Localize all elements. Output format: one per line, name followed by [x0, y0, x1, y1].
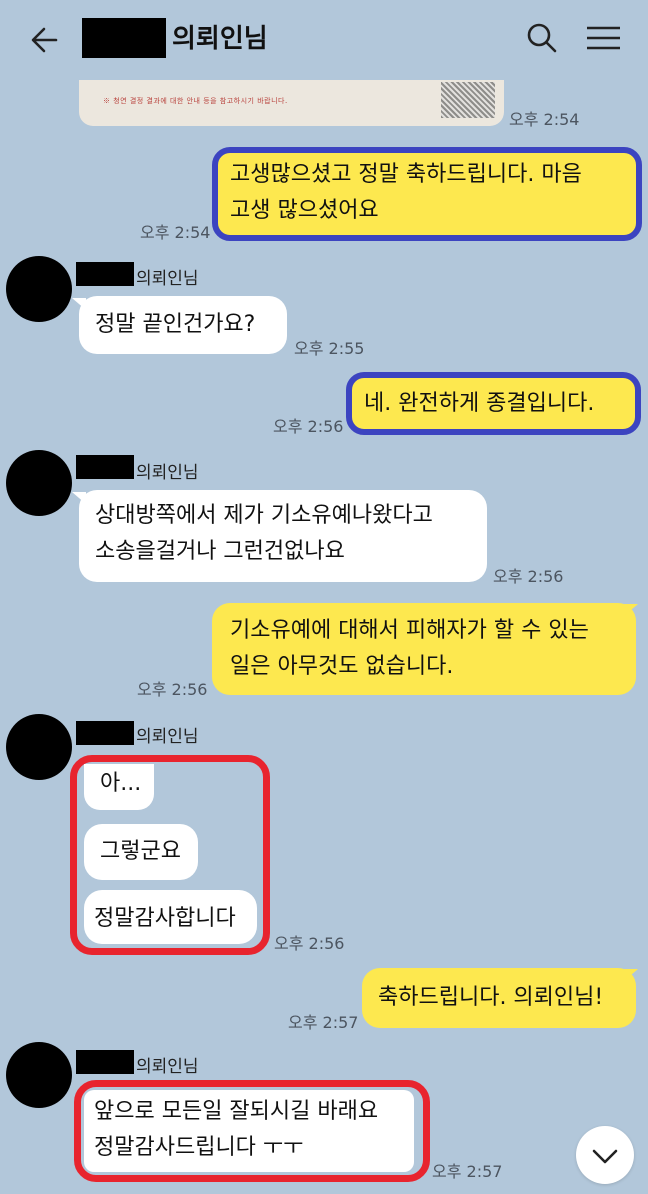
their-message-bubble[interactable]: 정말 끝인건가요? — [79, 296, 287, 354]
qr-code-image — [441, 82, 495, 118]
message-line: 아... — [100, 771, 142, 796]
message-time: 오후 2:55 — [294, 339, 365, 358]
message-line: 정말 끝인건가요? — [95, 312, 256, 337]
sender-name: 의뢰인님 — [136, 269, 199, 289]
scroll-to-bottom-button[interactable] — [576, 1126, 634, 1184]
their-message-bubble[interactable]: 아... — [84, 764, 154, 810]
message-time: 오후 2:54 — [509, 110, 580, 129]
avatar[interactable] — [6, 714, 72, 780]
message-line: 기소유예에 대해서 피해자가 할 수 있는 — [230, 618, 589, 643]
image-caption: ※ 청연 결정 결과에 대한 안내 등을 참고하시기 바랍니다. — [103, 97, 288, 105]
sender-name: 의뢰인님 — [136, 727, 199, 747]
bubble-tail — [624, 604, 638, 616]
message-line: 네. 완전하게 종결입니다. — [364, 391, 595, 416]
message-line: 축하드립니다. 의뢰인님! — [378, 985, 604, 1010]
message-line: 일은 아무것도 없습니다. — [230, 654, 454, 679]
chat-header: 의뢰인님 — [0, 0, 648, 78]
redacted-name — [76, 455, 134, 479]
avatar[interactable] — [6, 450, 72, 516]
message-line: 앞으로 모든일 잘되시길 바래요 — [94, 1099, 379, 1124]
redacted-name — [76, 721, 134, 745]
back-arrow-icon[interactable] — [26, 20, 66, 60]
my-message-bubble[interactable]: 고생많으셨고 정말 축하드립니다. 마음 고생 많으셨어요 — [212, 147, 642, 241]
redacted-name — [76, 262, 134, 286]
my-message-bubble[interactable]: 기소유예에 대해서 피해자가 할 수 있는 일은 아무것도 없습니다. — [212, 603, 636, 695]
message-time: 오후 2:56 — [274, 934, 345, 953]
message-line: 정말감사합니다 — [94, 906, 236, 931]
their-message-bubble[interactable]: 정말감사합니다 — [84, 890, 257, 944]
message-time: 오후 2:57 — [288, 1013, 359, 1032]
message-time: 오후 2:54 — [140, 223, 211, 242]
redacted-name — [82, 18, 166, 58]
chevron-down-icon — [592, 1149, 618, 1164]
message-line: 정말감사드립니다 ㅜㅜ — [94, 1135, 304, 1160]
their-message-bubble[interactable]: 앞으로 모든일 잘되시길 바래요 정말감사드립니다 ㅜㅜ — [84, 1090, 414, 1172]
message-time: 오후 2:56 — [493, 567, 564, 586]
message-time: 오후 2:56 — [137, 680, 208, 699]
avatar[interactable] — [6, 256, 72, 322]
avatar[interactable] — [6, 1042, 72, 1108]
chat-title: 의뢰인님 — [172, 24, 268, 54]
message-line: 그렇군요 — [100, 839, 181, 864]
message-line: 소송을걸거나 그런건없나요 — [95, 539, 345, 564]
message-line: 고생 많으셨어요 — [230, 198, 379, 223]
their-message-bubble[interactable]: 상대방쪽에서 제가 기소유예나왔다고 소송을걸거나 그런건없나요 — [79, 490, 487, 582]
message-line: 고생많으셨고 정말 축하드립니다. 마음 — [230, 162, 582, 187]
image-message[interactable]: ※ 청연 결정 결과에 대한 안내 등을 참고하시기 바랍니다. — [79, 80, 504, 126]
message-time: 오후 2:56 — [273, 417, 344, 436]
sender-name: 의뢰인님 — [136, 1057, 199, 1077]
sender-name: 의뢰인님 — [136, 463, 199, 483]
hamburger-menu-icon[interactable] — [582, 18, 626, 58]
search-icon[interactable] — [522, 18, 562, 58]
redacted-name — [76, 1050, 134, 1074]
bubble-tail — [624, 969, 638, 981]
their-message-bubble[interactable]: 그렇군요 — [84, 824, 198, 880]
my-message-bubble[interactable]: 축하드립니다. 의뢰인님! — [362, 968, 636, 1028]
message-line: 상대방쪽에서 제가 기소유예나왔다고 — [95, 503, 433, 528]
my-message-bubble[interactable]: 네. 완전하게 종결입니다. — [346, 372, 641, 435]
message-time: 오후 2:57 — [432, 1162, 503, 1181]
